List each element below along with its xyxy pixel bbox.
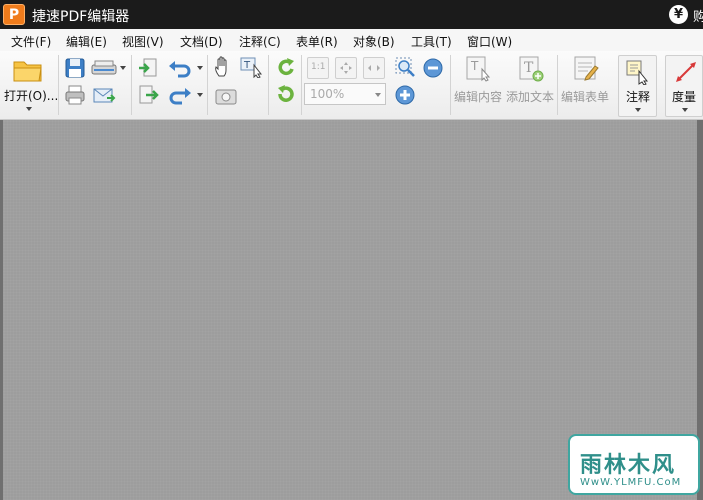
- app-title: 捷速PDF编辑器: [32, 9, 130, 25]
- menu-form[interactable]: 表单(R): [296, 33, 338, 50]
- svg-text:T: T: [524, 60, 534, 76]
- scan-dropdown-arrow-icon[interactable]: [120, 66, 126, 70]
- measure-dropdown-arrow-icon: [682, 108, 688, 112]
- buy-link[interactable]: 购: [693, 6, 703, 25]
- edit-content-label[interactable]: 编辑内容: [454, 88, 502, 105]
- annotate-button[interactable]: 注释: [618, 55, 657, 117]
- add-text-label[interactable]: 添加文本: [506, 88, 554, 105]
- fit-width-button[interactable]: [363, 57, 385, 79]
- hand-tool-icon[interactable]: [213, 56, 235, 78]
- separator: [301, 55, 302, 115]
- menu-document[interactable]: 文档(D): [180, 33, 223, 50]
- measure-label: 度量: [672, 90, 697, 104]
- annotate-label: 注释: [626, 90, 651, 104]
- add-text-icon[interactable]: T: [517, 55, 545, 83]
- save-icon[interactable]: [64, 57, 86, 79]
- annotate-icon: [626, 60, 649, 85]
- rotate-clockwise-icon[interactable]: [275, 57, 297, 79]
- open-dropdown-arrow-icon[interactable]: [26, 107, 32, 111]
- undo-dropdown-arrow-icon[interactable]: [197, 66, 203, 70]
- edit-content-icon[interactable]: T: [464, 55, 492, 83]
- zoom-level-select[interactable]: 100%: [304, 83, 386, 105]
- edit-form-label[interactable]: 编辑表单: [561, 88, 609, 105]
- redo-dropdown-arrow-icon[interactable]: [197, 93, 203, 97]
- actual-size-icon: 1:1: [311, 62, 326, 72]
- separator: [58, 55, 59, 115]
- fit-page-button[interactable]: [335, 57, 357, 79]
- menu-tools[interactable]: 工具(T): [411, 33, 452, 50]
- menu-file[interactable]: 文件(F): [11, 33, 51, 50]
- svg-text:T: T: [243, 60, 251, 71]
- scanner-icon[interactable]: [90, 57, 118, 79]
- menu-window[interactable]: 窗口(W): [467, 33, 512, 50]
- separator: [268, 55, 269, 115]
- title-bar: P 捷速PDF编辑器 ¥ 购: [0, 0, 703, 29]
- fit-width-icon: [368, 65, 380, 71]
- separator: [450, 55, 451, 115]
- rotate-counterclockwise-icon[interactable]: [275, 84, 297, 106]
- zoom-out-icon[interactable]: [422, 57, 444, 79]
- menu-object[interactable]: 对象(B): [353, 33, 395, 50]
- watermark-logo: 雨林木风 WwW.YLMFU.CoM: [568, 434, 700, 495]
- watermark-text: 雨林木风: [580, 453, 677, 478]
- export-icon[interactable]: [137, 84, 159, 106]
- separator: [207, 55, 208, 115]
- watermark-url: WwW.YLMFU.CoM: [580, 477, 682, 488]
- import-icon[interactable]: [137, 57, 159, 79]
- marquee-zoom-icon[interactable]: [394, 56, 420, 78]
- app-logo-icon: P: [3, 4, 25, 25]
- fit-page-icon: [340, 62, 352, 74]
- edit-form-icon[interactable]: [572, 55, 600, 83]
- annotate-dropdown-arrow-icon: [635, 108, 641, 112]
- svg-text:T: T: [470, 59, 479, 73]
- separator: [131, 55, 132, 115]
- menu-edit[interactable]: 编辑(E): [66, 33, 107, 50]
- document-area-left-border: [0, 120, 3, 500]
- measure-button[interactable]: 度量: [665, 55, 703, 117]
- undo-icon[interactable]: [167, 57, 193, 79]
- menu-comment[interactable]: 注释(C): [239, 33, 281, 50]
- open-folder-icon[interactable]: [12, 57, 44, 83]
- menu-bar: 文件(F) 编辑(E) 视图(V) 文档(D) 注释(C) 表单(R) 对象(B…: [0, 29, 703, 51]
- zoom-in-icon[interactable]: [394, 84, 416, 106]
- zoom-level-value: 100%: [310, 87, 345, 101]
- print-icon[interactable]: [64, 84, 86, 106]
- yen-icon[interactable]: ¥: [669, 5, 688, 24]
- email-icon[interactable]: [92, 84, 116, 106]
- menu-view[interactable]: 视图(V): [122, 33, 164, 50]
- zoom-dropdown-arrow-icon: [375, 93, 381, 97]
- open-button-label[interactable]: 打开(O)...: [4, 87, 58, 104]
- select-text-icon[interactable]: T: [239, 56, 265, 78]
- separator: [557, 55, 558, 115]
- snapshot-icon[interactable]: [213, 85, 239, 107]
- redo-icon[interactable]: [167, 84, 193, 106]
- measure-icon: [676, 62, 696, 82]
- actual-size-button[interactable]: 1:1: [307, 57, 329, 79]
